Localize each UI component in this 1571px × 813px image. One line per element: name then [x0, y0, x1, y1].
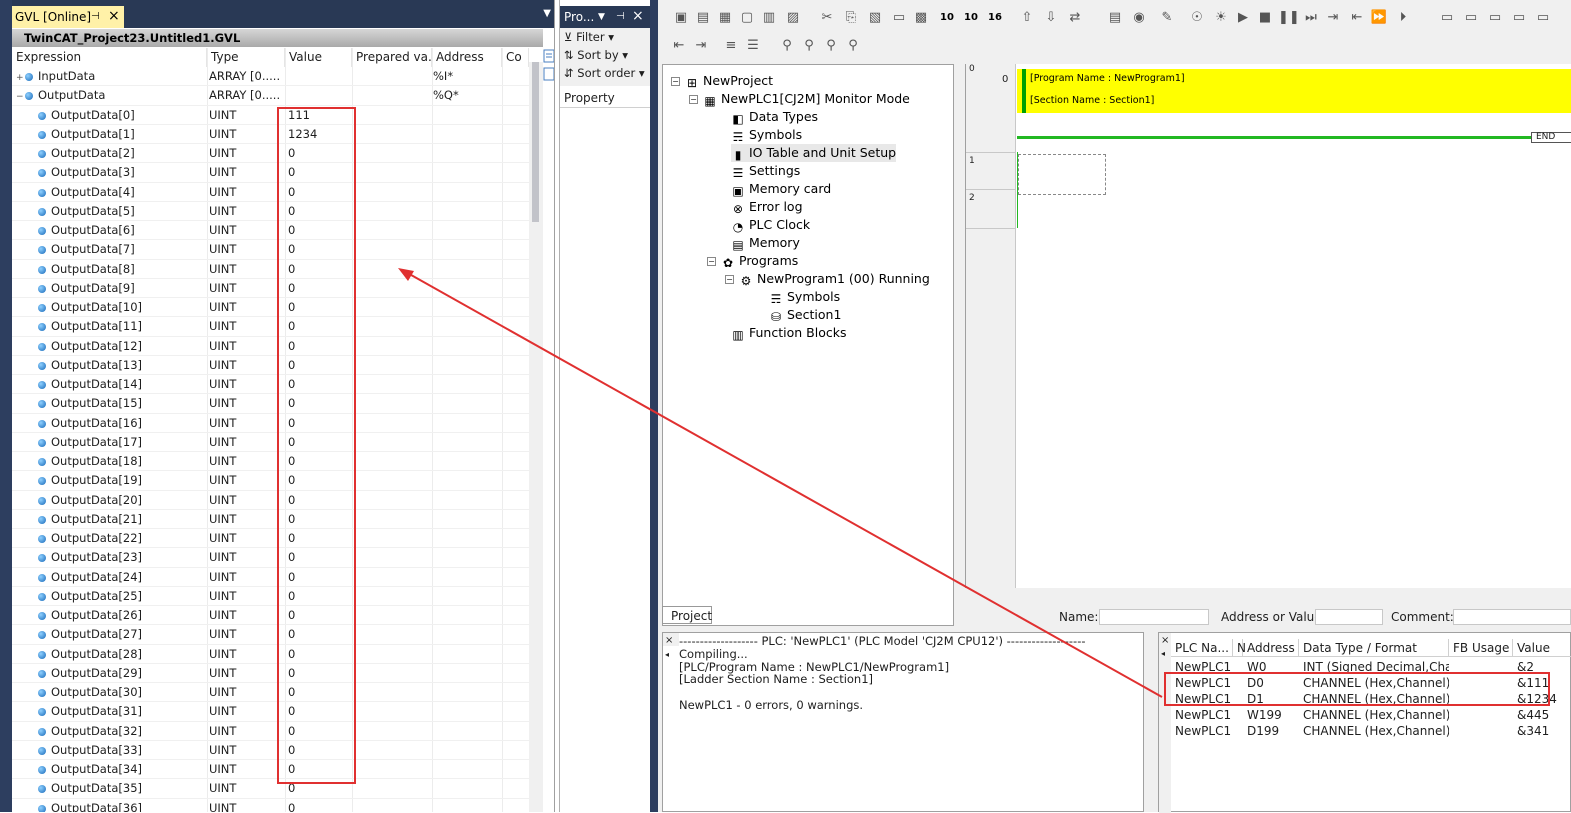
annotation-arrow: [398, 268, 1163, 698]
